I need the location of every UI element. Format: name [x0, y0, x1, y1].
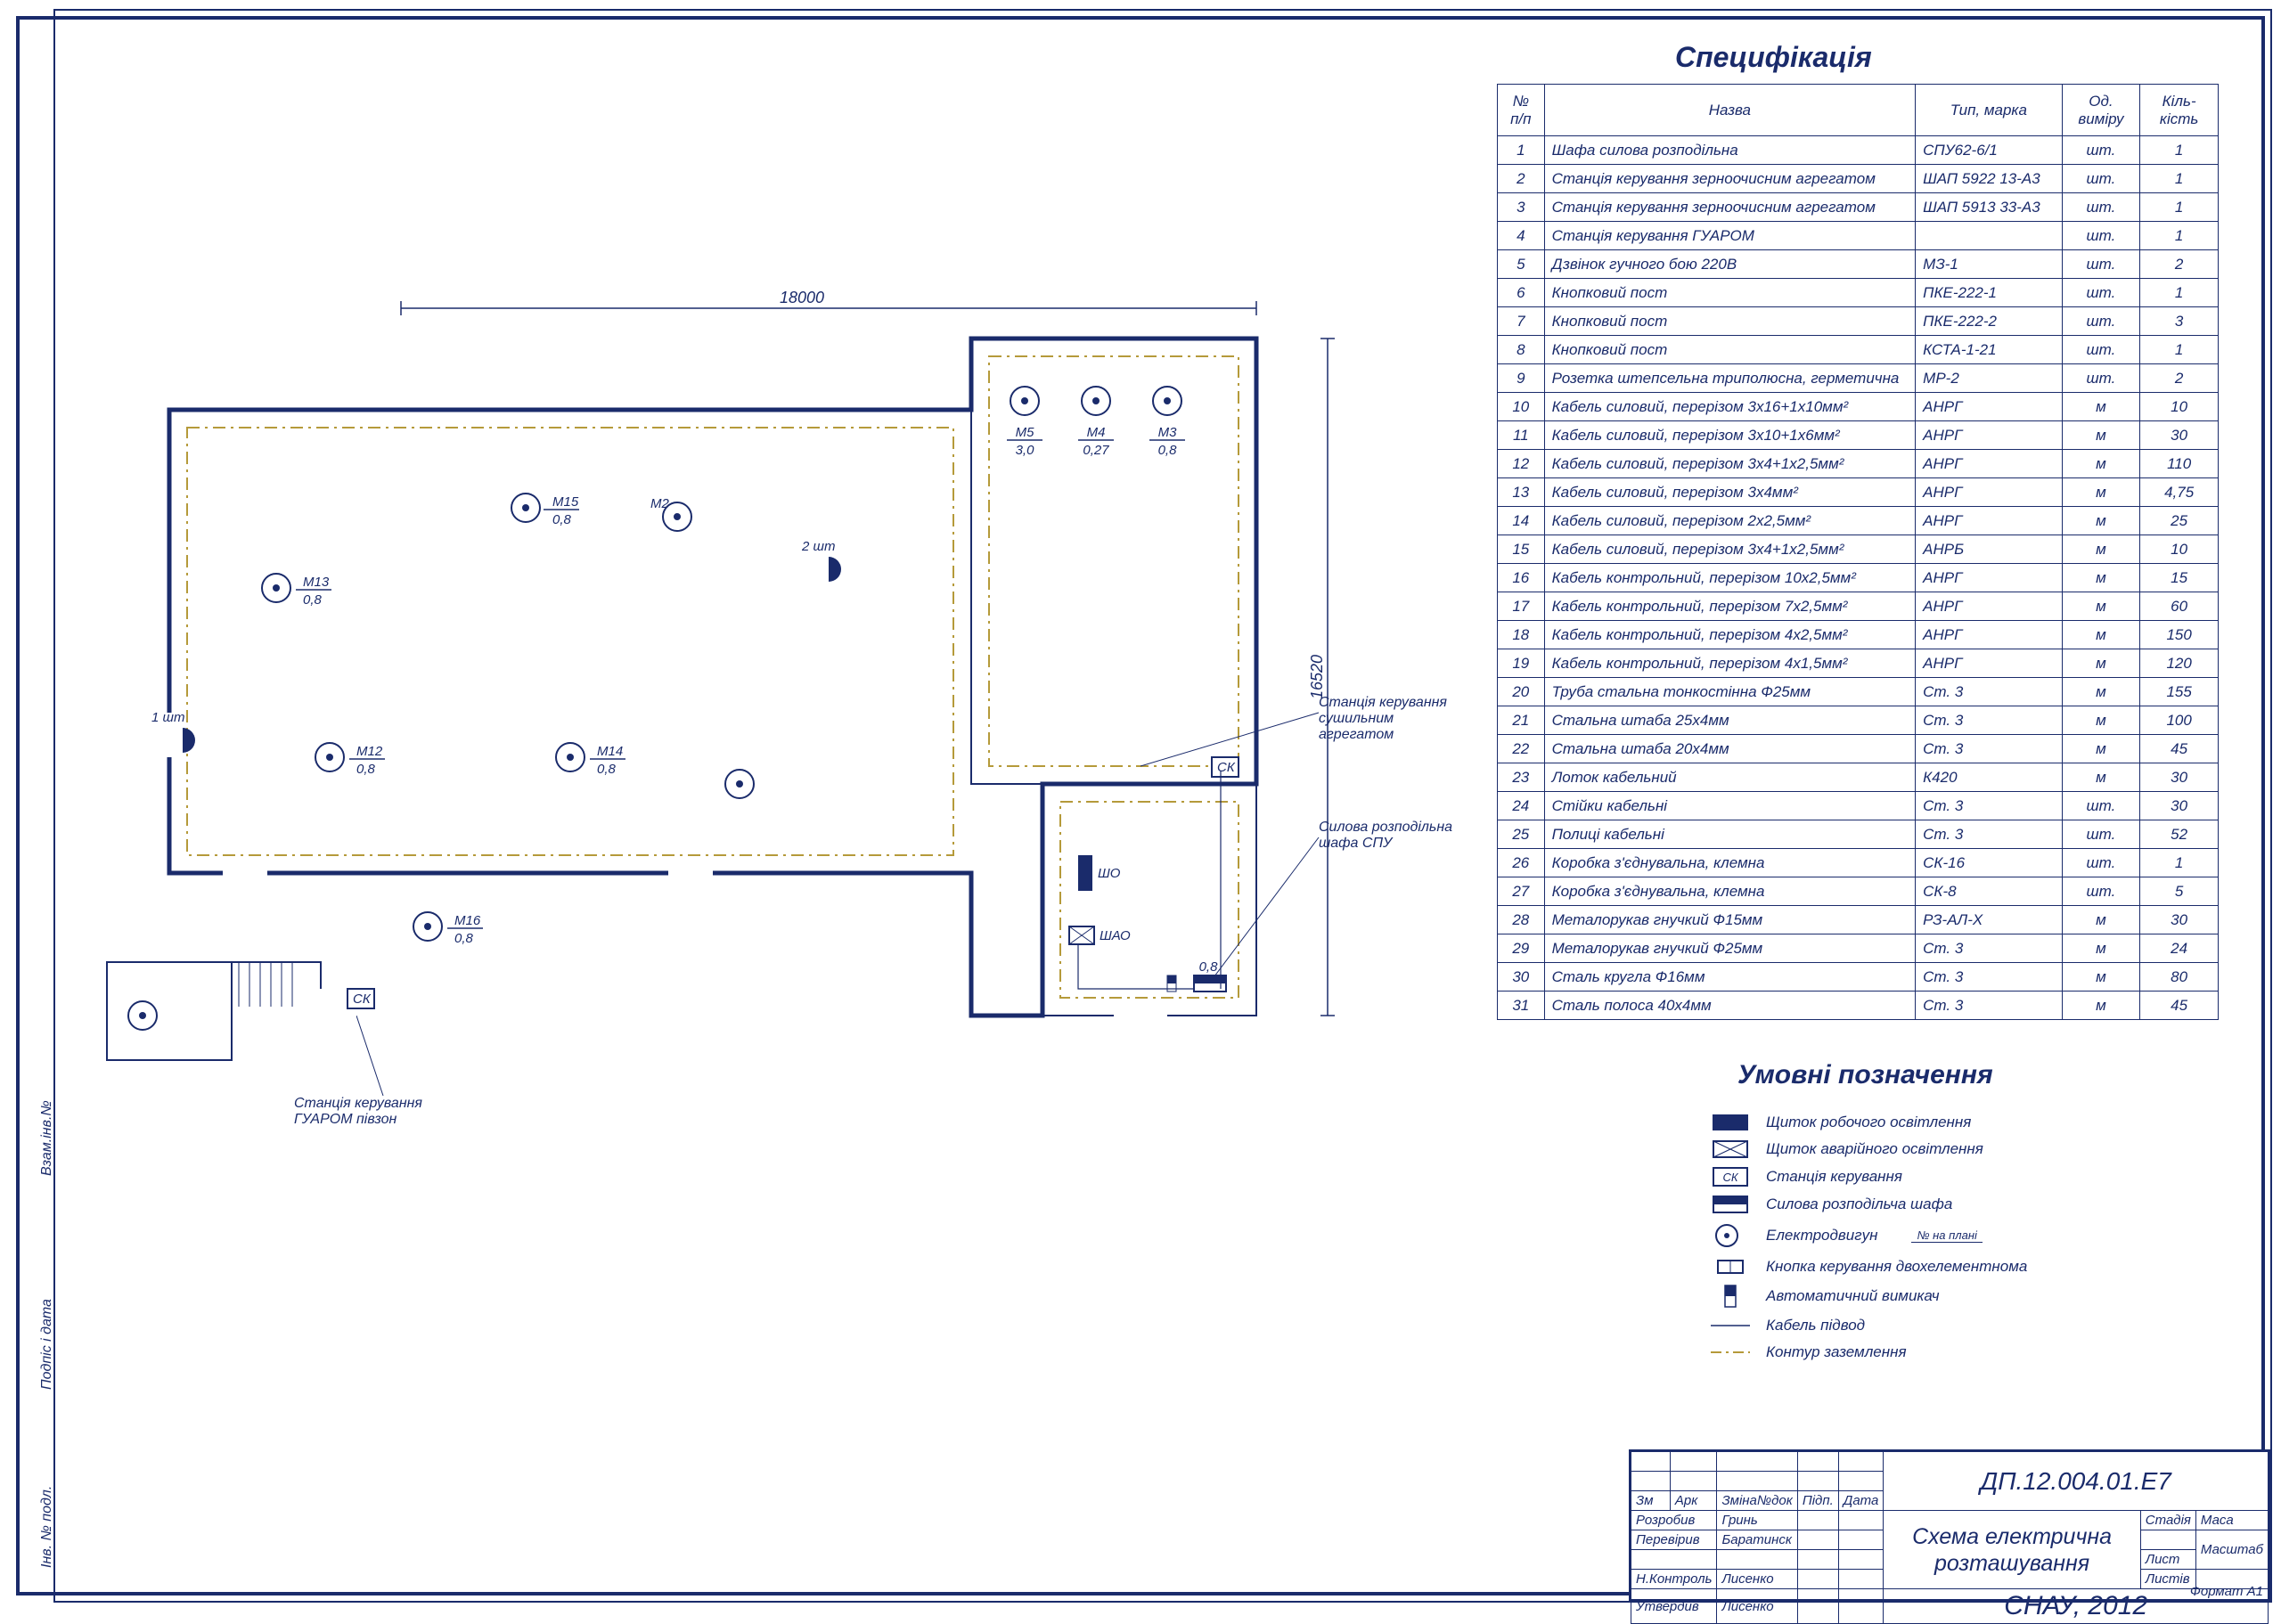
svg-text:М2: М2 [650, 496, 669, 511]
motor-m4: М4 0,27 [1078, 387, 1114, 458]
svg-text:0,8: 0,8 [552, 512, 572, 527]
table-row: 26Коробка з'єднувальна, клемнаСК-16шт.1 [1498, 849, 2219, 877]
table-row: 4Станція керування ГУАРОМшт.1 [1498, 222, 2219, 250]
legend-item: Силова розподільча шафа [1711, 1196, 2210, 1213]
table-row: 7Кнопковий постПКЕ-222-2шт.3 [1498, 307, 2219, 336]
format-label: Формат А1 [2190, 1584, 2263, 1599]
legend-item: Щиток аварійного освітлення [1711, 1140, 2210, 1158]
bell-icon [829, 557, 841, 582]
title-block: ДП.12.004.01.Е7 Зм Арк Зміна№док Підп. Д… [1629, 1449, 2270, 1601]
table-row: 16Кабель контрольний, перерізом 10х2,5мм… [1498, 564, 2219, 592]
table-row: 11Кабель силовий, перерізом 3х10+1х6мм²А… [1498, 421, 2219, 450]
bell-icon [183, 728, 195, 753]
table-row: 20Труба стальна тонкостінна Ф25ммСт. 3м1… [1498, 678, 2219, 706]
svg-text:0,8: 0,8 [303, 592, 323, 608]
motor-m3: М3 0,8 [1149, 387, 1185, 458]
table-row: 24Стійки кабельніСт. 3шт.30 [1498, 792, 2219, 820]
margin-label-a: Інв. № подл. [39, 1486, 55, 1568]
motor-m2: М2 [650, 496, 691, 531]
margin-label-b: Подпіс і дата [39, 1299, 55, 1390]
svg-text:М13: М13 [303, 575, 330, 590]
legend-item: Електродвигун№ на плані [1711, 1222, 2210, 1249]
table-row: 10Кабель силовий, перерізом 3х16+1х10мм²… [1498, 393, 2219, 421]
svg-text:М15: М15 [552, 494, 579, 510]
table-row: 28Металорукав гнучкий Ф15ммРЗ-АЛ-Хм30 [1498, 906, 2219, 934]
table-row: 31Сталь полоса 40х4ммСт. 3м45 [1498, 992, 2219, 1020]
table-row: 8Кнопковий постКСТА-1-21шт.1 [1498, 336, 2219, 364]
table-row: 19Кабель контрольний, перерізом 4х1,5мм²… [1498, 649, 2219, 678]
motor-m16: М16 0,8 [413, 912, 483, 946]
svg-text:М16: М16 [454, 913, 481, 928]
table-row: 25Полиці кабельніСт. 3шт.52 [1498, 820, 2219, 849]
legend-item: Щиток робочого освітлення [1711, 1114, 2210, 1131]
svg-text:2 шт: 2 шт [801, 539, 835, 554]
annot-top: Станція керування сушильним агрегатом [1319, 695, 1470, 743]
legend-item: Контур заземлення [1711, 1343, 2210, 1361]
motor-m-inner [725, 770, 754, 798]
svg-text:0,8: 0,8 [1158, 443, 1178, 458]
legend-item: Автоматичний вимикач [1711, 1285, 2210, 1308]
legend-item: Кабель підвод [1711, 1317, 2210, 1334]
table-row: 21Стальна штаба 25х4ммСт. 3м100 [1498, 706, 2219, 735]
dim-horizontal: 18000 [780, 289, 824, 306]
svg-text:0,27: 0,27 [1083, 443, 1109, 458]
table-row: 3Станція керування зерноочисним агрегато… [1498, 193, 2219, 222]
svg-text:М3: М3 [1158, 425, 1177, 440]
legend-title: Умовні позначення [1737, 1060, 1993, 1090]
table-row: 1Шафа силова розподільнаСПУ62-6/1шт.1 [1498, 136, 2219, 165]
svg-text:М12: М12 [356, 744, 383, 759]
spec-title: Специфікація [1675, 41, 1872, 74]
motor-m5: М5 3,0 [1007, 387, 1042, 458]
table-row: 29Металорукав гнучкий Ф25ммСт. 3м24 [1498, 934, 2219, 963]
svg-text:ШАО: ШАО [1100, 928, 1131, 943]
legend-item: Кнопка керування двохелементнома [1711, 1258, 2210, 1276]
margin-label-c: Взам.інв.№ [39, 1100, 55, 1176]
legend: Щиток робочого освітлення Щиток аварійног… [1711, 1105, 2210, 1370]
table-row: 6Кнопковий постПКЕ-222-1шт.1 [1498, 279, 2219, 307]
svg-text:3,0: 3,0 [1016, 443, 1035, 458]
table-row: 5Дзвінок гучного бою 220ВМЗ-1шт.2 [1498, 250, 2219, 279]
motor-m14: М14 0,8 [556, 743, 625, 777]
table-row: 2Станція керування зерноочисним агрегато… [1498, 165, 2219, 193]
motor-m15: М15 0,8 [511, 494, 579, 527]
table-row: 30Сталь кругла Ф16ммСт. 3м80 [1498, 963, 2219, 992]
table-row: 12Кабель силовий, перерізом 3х4+1х2,5мм²… [1498, 450, 2219, 478]
motor-m12: М12 0,8 [315, 743, 385, 777]
svg-text:М5: М5 [1016, 425, 1034, 440]
svg-text:1 шт: 1 шт [151, 710, 184, 725]
table-row: 18Кабель контрольний, перерізом 4х2,5мм²… [1498, 621, 2219, 649]
motor-outside-left [128, 1001, 157, 1030]
table-row: 14Кабель силовий, перерізом 2х2,5мм²АНРГ… [1498, 507, 2219, 535]
table-row: 23Лоток кабельнийК420м30 [1498, 763, 2219, 792]
sho-panel [1078, 855, 1092, 891]
table-row: 17Кабель контрольний, перерізом 7х2,5мм²… [1498, 592, 2219, 621]
annot-bottom: Силова розподільна шафа СПУ [1319, 820, 1470, 852]
table-row: 13Кабель силовий, перерізом 3х4мм²АНРГм4… [1498, 478, 2219, 507]
table-row: 22Стальна штаба 20х4ммСт. 3м45 [1498, 735, 2219, 763]
svg-text:М14: М14 [597, 744, 623, 759]
table-row: 9Розетка штепсельна триполюсна, герметич… [1498, 364, 2219, 393]
svg-text:0,8: 0,8 [356, 762, 376, 777]
dim-vertical: 16520 [1308, 655, 1326, 699]
table-row: 27Коробка з'єднувальна, клемнаСК-8шт.5 [1498, 877, 2219, 906]
svg-text:СК: СК [1722, 1171, 1738, 1184]
svg-text:0,8: 0,8 [597, 762, 617, 777]
specification-table: № п/п Назва Тип, марка Од. виміру Кіль-к… [1497, 84, 2219, 1020]
table-row: 15Кабель силовий, перерізом 3х4+1х2,5мм²… [1498, 535, 2219, 564]
motor-m13: М13 0,8 [262, 574, 331, 608]
svg-text:СК: СК [353, 992, 372, 1007]
svg-text:ШО: ШО [1098, 866, 1121, 881]
svg-text:М4: М4 [1087, 425, 1106, 440]
svg-text:0,8: 0,8 [454, 931, 474, 946]
annot-left: Станція керування ГУАРОМ півзон [294, 1096, 446, 1128]
legend-item: СКСтанція керування [1711, 1167, 2210, 1187]
